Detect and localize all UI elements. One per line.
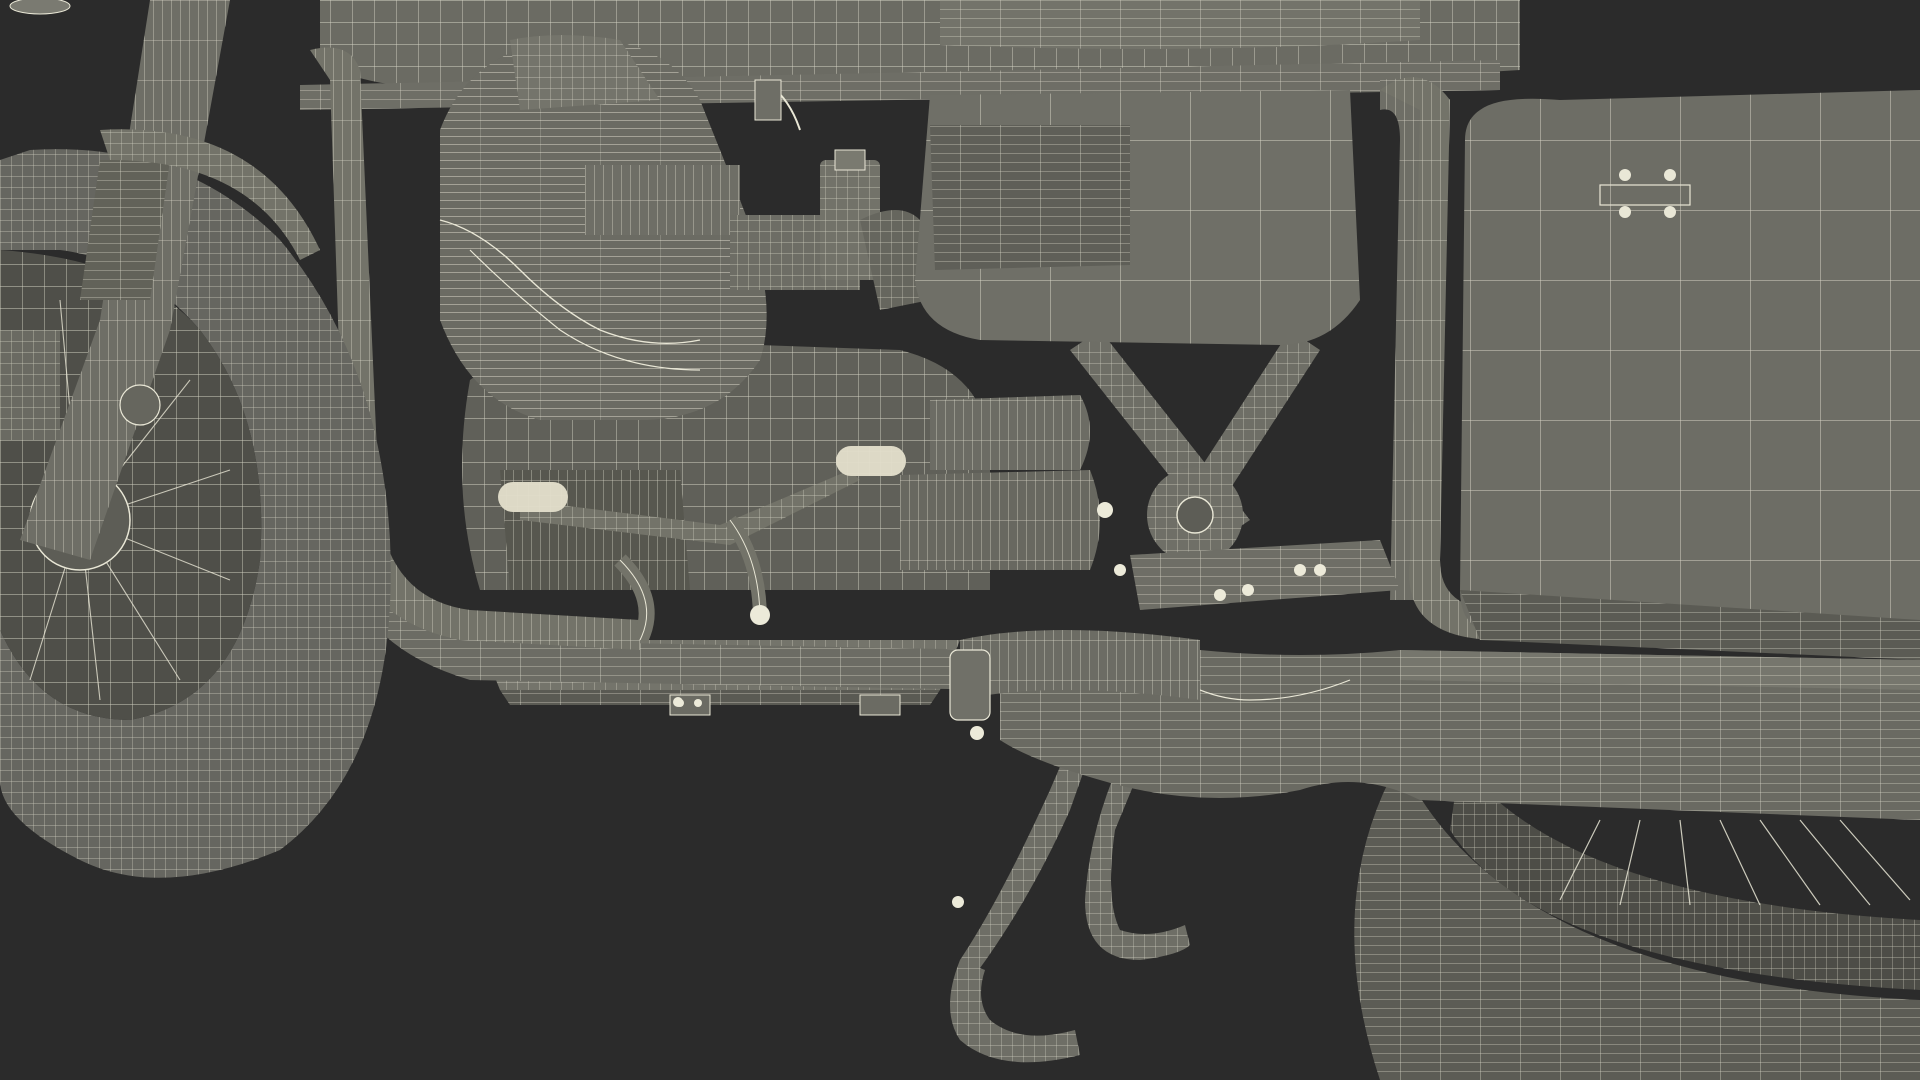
- starter-motor: [900, 395, 1100, 570]
- handlebar-top: [9, 0, 71, 15]
- carburetor: [730, 79, 930, 310]
- swingarm-pivot: [1130, 467, 1400, 610]
- head-cover-box: [585, 165, 740, 235]
- side-cover-airbox: [915, 90, 1360, 345]
- wireframe-render: [0, 0, 1920, 1080]
- foot-peg-right: [836, 446, 906, 476]
- saddlebag: [1460, 90, 1920, 660]
- foot-peg-left: [498, 482, 568, 512]
- render-viewport: [0, 0, 1920, 1080]
